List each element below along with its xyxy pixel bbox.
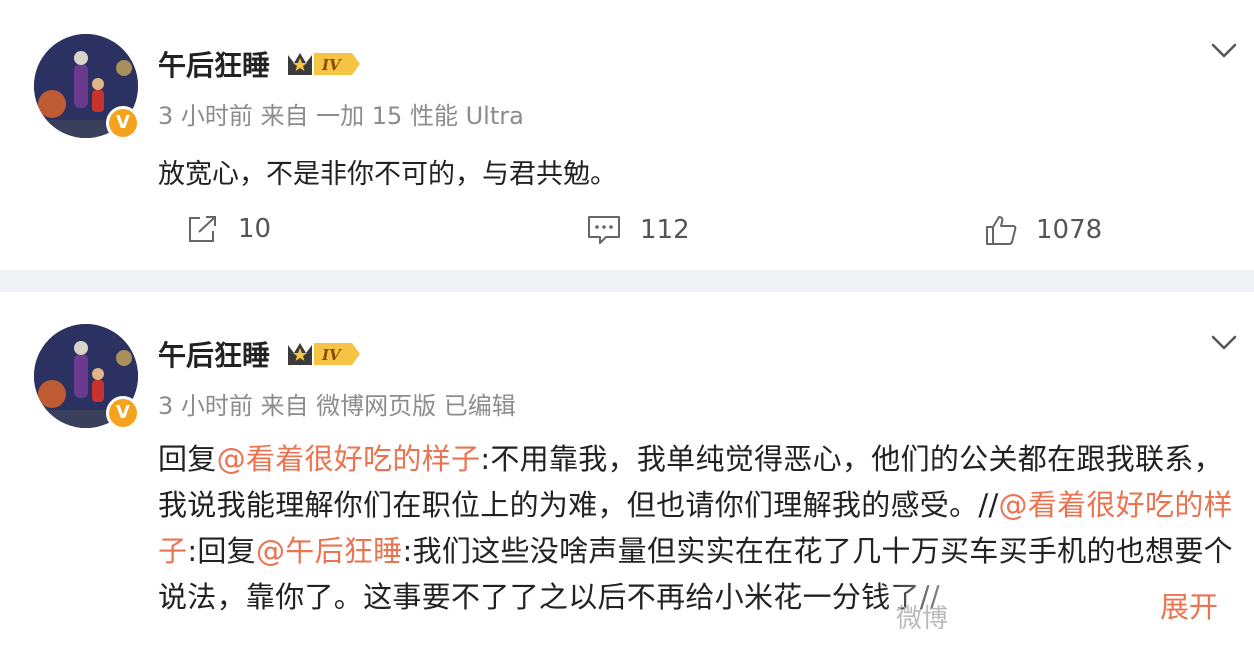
thumbs-up-icon [986, 216, 1017, 245]
author-name[interactable]: 午后狂睡 [158, 334, 270, 374]
level-badge-icon: IV [288, 53, 360, 75]
post-meta: 3 小时前 来自 一加 15 性能 Ultra [158, 102, 524, 130]
like-button[interactable]: 1078 [984, 214, 1102, 246]
post-meta: 3 小时前 来自 微博网页版 已编辑 [158, 392, 516, 420]
comment-button[interactable]: 112 [586, 214, 690, 246]
level-badge-text: IV [321, 346, 342, 364]
comment-count: 112 [640, 215, 690, 245]
like-count: 1078 [1036, 215, 1103, 245]
post-card: V 午后狂睡 IV 3 小时前 来自 一加 15 性能 Ultra 放宽心，不是… [0, 0, 1254, 270]
level-badge-text: IV [321, 56, 342, 74]
repost-button[interactable]: 10 [186, 214, 271, 244]
level-badge-icon: IV [288, 343, 360, 365]
expand-link[interactable]: 展开 [1160, 584, 1218, 626]
action-bar: 10 112 1078 [0, 210, 1254, 254]
weibo-watermark: 微博 [896, 604, 949, 634]
chevron-down-icon[interactable] [1210, 334, 1238, 352]
verified-icon: V [106, 396, 140, 430]
verified-icon: V [106, 106, 140, 140]
repost-icon [189, 216, 216, 242]
reply-prefix: :回复 [187, 534, 256, 568]
mention-link[interactable]: @看着很好吃的样子 [217, 442, 481, 476]
post-card: V 午后狂睡 IV 3 小时前 来自 微博网页版 已编辑 回复@看着很好吃的样子… [0, 292, 1254, 656]
post-text: 放宽心，不是非你不可的，与君共勉。 [158, 159, 617, 190]
author-name[interactable]: 午后狂睡 [158, 44, 270, 84]
chevron-down-icon[interactable] [1210, 42, 1238, 60]
mention-link[interactable]: @午后狂睡 [256, 534, 403, 568]
reply-prefix: 回复 [158, 442, 217, 476]
comment-icon [588, 216, 620, 244]
repost-count: 10 [238, 214, 272, 244]
